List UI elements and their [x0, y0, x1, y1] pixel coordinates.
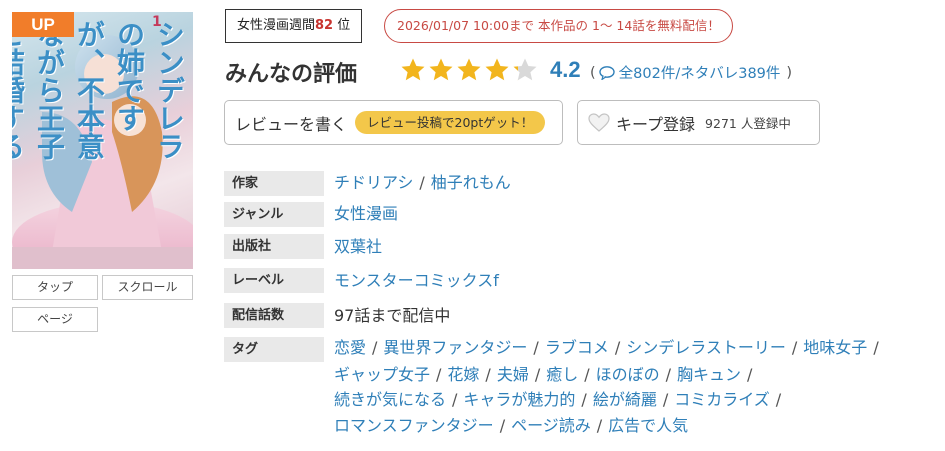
- write-review-button[interactable]: レビューを書く レビュー投稿で20ptゲット！: [224, 100, 563, 145]
- open-paren: (: [590, 64, 596, 81]
- tag-link[interactable]: 続きが気になる: [334, 390, 446, 409]
- genre-link[interactable]: 女性漫画: [334, 200, 398, 224]
- tag-link[interactable]: 恋愛: [334, 338, 366, 357]
- separator: /: [665, 365, 672, 384]
- separator: /: [791, 338, 798, 357]
- separator: /: [581, 390, 587, 409]
- star-icon: [429, 58, 453, 81]
- separator: /: [747, 365, 753, 384]
- separator: /: [873, 338, 879, 357]
- cover-volume: 1: [152, 14, 162, 30]
- review-point-pill: レビュー投稿で20ptゲット！: [355, 111, 546, 134]
- tag-line: ロマンスファンタジー / ページ読み / 広告で人気: [334, 412, 688, 436]
- separator: /: [534, 365, 541, 384]
- separator: /: [584, 365, 590, 384]
- keep-label: キープ登録: [616, 114, 696, 134]
- speech-bubble-icon: [598, 65, 615, 80]
- label-link[interactable]: モンスターコミックスf: [334, 267, 499, 291]
- review-count-link[interactable]: ( 全802件/ネタバレ389件 ): [590, 62, 792, 83]
- label-label: レーベル: [224, 268, 324, 293]
- author-link[interactable]: チドリアシ: [334, 173, 413, 192]
- separator: /: [662, 390, 669, 409]
- rating-stars: [400, 57, 538, 83]
- separator: /: [372, 338, 378, 357]
- separator: /: [775, 390, 782, 409]
- tag-line: ギャップ女子 / 花嫁 / 夫婦 / 癒し / ほのぼの / 胸キュン /: [334, 361, 758, 385]
- rank-number: 82: [315, 18, 334, 33]
- tag-link[interactable]: ほのぼの: [596, 365, 660, 384]
- tag-link[interactable]: 異世界ファンタジー: [383, 338, 527, 357]
- tag-line: 続きが気になる / キャラが魅力的 / 絵が綺麗 / コミカライズ /: [334, 386, 787, 410]
- tag-link[interactable]: 地味女子: [803, 338, 867, 357]
- campaign-banner: 2026/01/07 10:00まで 本作品の 1～ 14話を無料配信！: [384, 9, 733, 43]
- tag-link[interactable]: ギャップ女子: [334, 365, 430, 384]
- tag-link[interactable]: ラブコメ: [545, 338, 609, 357]
- rating-title: みんなの評価: [225, 62, 358, 87]
- keep-count: 9271 人登録中: [705, 116, 791, 131]
- tag-link[interactable]: キャラが魅力的: [463, 390, 575, 409]
- rank-prefix: 女性漫画週間: [237, 18, 316, 33]
- publisher-link[interactable]: 双葉社: [334, 233, 382, 257]
- write-review-label: レビューを書く: [235, 114, 348, 134]
- separator: /: [614, 338, 621, 357]
- separator: /: [452, 390, 458, 409]
- author-label: 作家: [224, 171, 324, 196]
- separator: /: [436, 365, 442, 384]
- tag-link[interactable]: 夫婦: [497, 365, 529, 384]
- star-icon: [513, 58, 537, 81]
- separator: /: [596, 416, 603, 435]
- separator: /: [485, 365, 491, 384]
- tag-link[interactable]: 花嫁: [447, 365, 479, 384]
- star-icon: [485, 58, 509, 81]
- author-values: チドリアシ / 柚子れもん: [334, 169, 511, 193]
- separator: /: [419, 173, 425, 192]
- mode-tap-button[interactable]: タップ: [12, 275, 98, 300]
- close-paren: ): [786, 64, 793, 81]
- mode-scroll-button[interactable]: スクロール: [102, 275, 193, 300]
- author-link[interactable]: 柚子れもん: [431, 173, 511, 192]
- episodes-label: 配信話数: [224, 303, 324, 328]
- separator: /: [533, 338, 539, 357]
- tag-link[interactable]: ページ読み: [511, 416, 591, 435]
- heart-icon: [588, 112, 610, 132]
- tag-line: 恋愛 / 異世界ファンタジー / ラブコメ / シンデレラストーリー / 地味女子 /: [334, 334, 885, 358]
- up-badge: UP: [12, 12, 74, 37]
- episodes-value: 97話まで配信中: [334, 306, 451, 325]
- star-icon: [401, 58, 425, 81]
- publisher-label: 出版社: [224, 234, 324, 259]
- cover-image[interactable]: シンデレラの姉ですが、不本意ながら王子と結婚することになりました 1: [12, 12, 193, 269]
- tag-link[interactable]: 癒し: [546, 365, 578, 384]
- tags-label: タグ: [224, 337, 324, 362]
- cover-title: シンデレラの姉ですが、不本意ながら王子と結婚することになりました: [12, 20, 186, 160]
- tag-link[interactable]: シンデレラストーリー: [626, 338, 786, 357]
- mode-page-button[interactable]: ページ: [12, 307, 98, 332]
- tag-link[interactable]: 絵が綺麗: [593, 390, 657, 409]
- rank-badge[interactable]: 女性漫画週間82 位: [225, 9, 363, 43]
- keep-button[interactable]: キープ登録 9271 人登録中: [577, 100, 820, 145]
- star-icon: [457, 58, 481, 81]
- rating-score: 4.2: [550, 57, 581, 82]
- tag-link[interactable]: 胸キュン: [677, 365, 741, 384]
- review-count-text: 全802件/ネタバレ389件: [618, 66, 781, 82]
- genre-label: ジャンル: [224, 202, 324, 227]
- tag-link[interactable]: 広告で人気: [608, 416, 688, 435]
- tag-link[interactable]: ロマンスファンタジー: [334, 416, 494, 435]
- rank-suffix: 位: [337, 18, 351, 33]
- tag-link[interactable]: コミカライズ: [674, 390, 770, 409]
- separator: /: [499, 416, 506, 435]
